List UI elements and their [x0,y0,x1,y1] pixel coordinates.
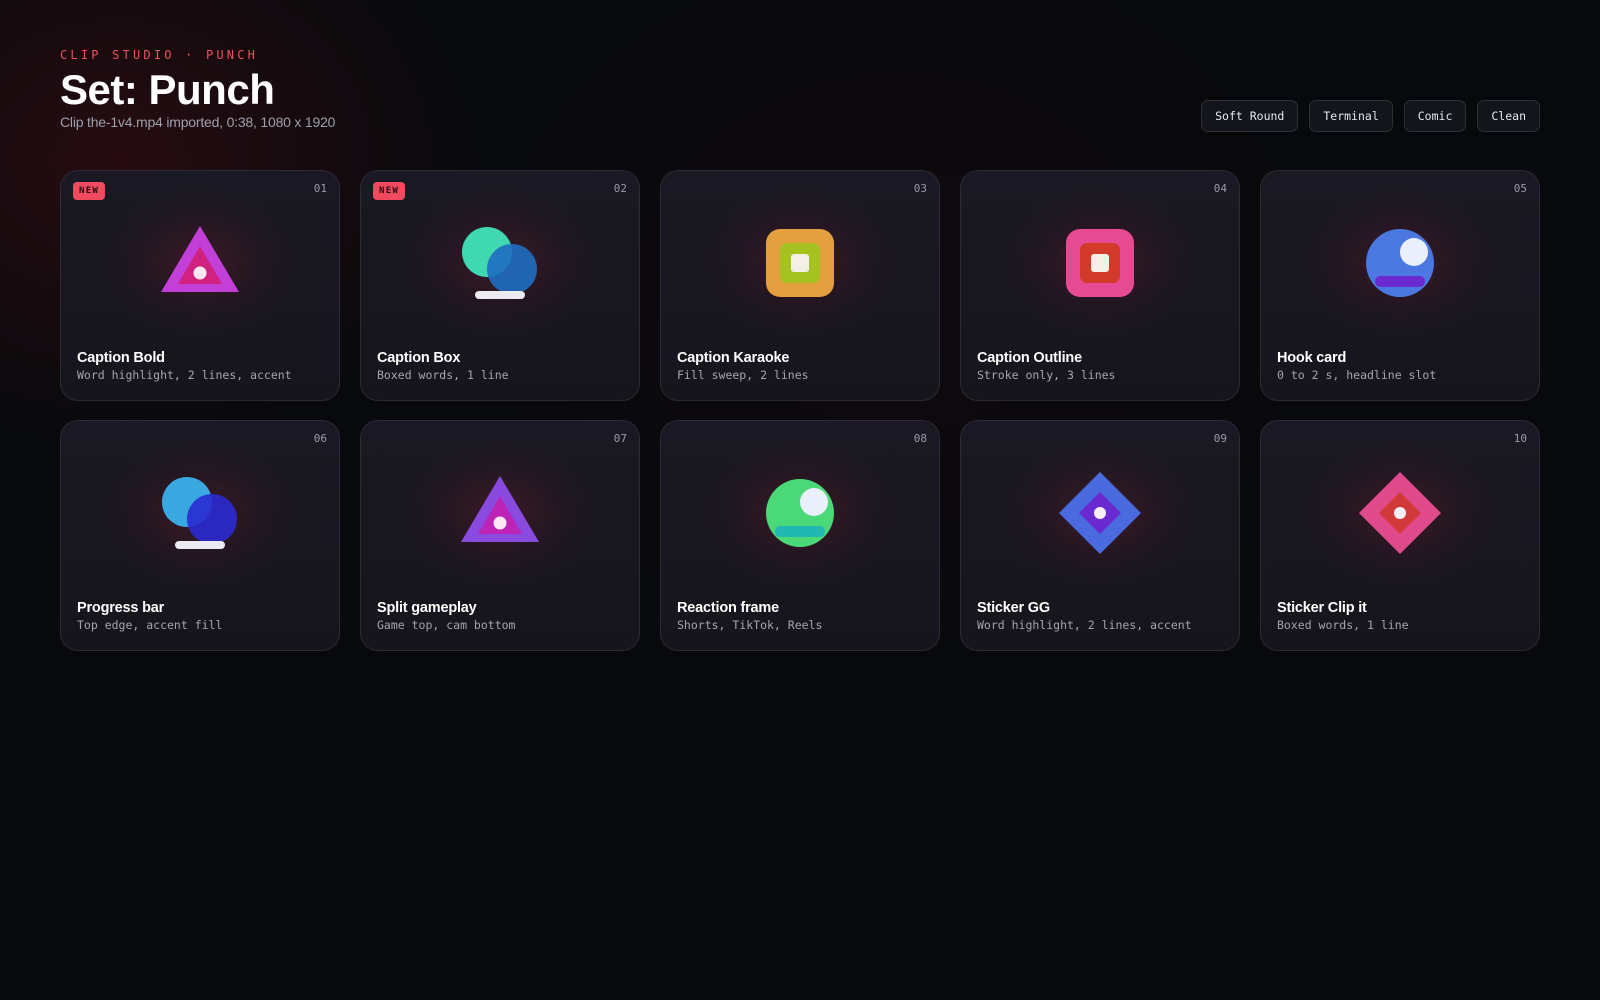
card-number: 01 [313,182,327,195]
page-header: CLIP STUDIO · PUNCH Set: Punch Clip the-… [60,48,1540,138]
chip-soft-round[interactable]: Soft Round [1201,100,1299,132]
card-title: Hook card [1277,350,1347,366]
template-card[interactable]: 09 Sticker GG Word highlight, 2 lines, a… [960,420,1240,651]
diamond-icon [1355,468,1445,558]
new-badge: NEW [73,182,106,200]
rounded-square-icon [755,218,845,308]
style-chip-group: Soft Round Terminal Comic Clean [1201,100,1540,132]
card-description: Top edge, accent fill [77,618,223,632]
card-title: Reaction frame [677,600,779,616]
card-title: Caption Bold [77,350,165,366]
template-card[interactable]: 04 Caption Outline Stroke only, 3 lines [960,170,1240,401]
template-card[interactable]: 08 Reaction frame Shorts, TikTok, Reels [660,420,940,651]
card-number: 02 [613,182,627,195]
template-grid: NEW 01 Caption Bold Word highlight, 2 li… [60,170,1540,651]
avatar-circle-icon [755,468,845,558]
circles-icon [455,218,545,308]
card-number: 03 [913,182,927,195]
chip-terminal[interactable]: Terminal [1309,100,1393,132]
card-number: 05 [1513,182,1527,195]
card-title: Caption Box [377,350,461,366]
triangle-icon [455,468,545,558]
card-number: 09 [1213,432,1227,445]
diamond-icon [1055,468,1145,558]
triangle-icon [155,218,245,308]
card-title: Split gameplay [377,600,477,616]
card-description: Shorts, TikTok, Reels [677,618,823,632]
template-card[interactable]: 05 Hook card 0 to 2 s, headline slot [1260,170,1540,401]
card-title: Sticker GG [977,600,1050,616]
card-number: 08 [913,432,927,445]
card-title: Sticker Clip it [1277,600,1367,616]
template-card[interactable]: 03 Caption Karaoke Fill sweep, 2 lines [660,170,940,401]
eyebrow-label: CLIP STUDIO · PUNCH [60,48,259,62]
circles-icon [155,468,245,558]
card-description: Boxed words, 1 line [1277,618,1409,632]
template-card[interactable]: 07 Split gameplay Game top, cam bottom [360,420,640,651]
card-description: Word highlight, 2 lines, accent [77,368,292,382]
template-card[interactable]: 06 Progress bar Top edge, accent fill [60,420,340,651]
rounded-square-icon [1055,218,1145,308]
card-title: Caption Outline [977,350,1082,366]
template-card[interactable]: 10 Sticker Clip it Boxed words, 1 line [1260,420,1540,651]
card-description: Stroke only, 3 lines [977,368,1116,382]
card-title: Caption Karaoke [677,350,790,366]
template-card[interactable]: NEW 01 Caption Bold Word highlight, 2 li… [60,170,340,401]
new-badge: NEW [373,182,406,200]
card-number: 06 [313,432,327,445]
card-description: Game top, cam bottom [377,618,516,632]
card-number: 07 [613,432,627,445]
card-number: 10 [1513,432,1527,445]
chip-clean[interactable]: Clean [1477,100,1540,132]
template-card[interactable]: NEW 02 Caption Box Boxed words, 1 line [360,170,640,401]
card-number: 04 [1213,182,1227,195]
card-description: Fill sweep, 2 lines [677,368,809,382]
card-description: Word highlight, 2 lines, accent [977,618,1192,632]
card-description: 0 to 2 s, headline slot [1277,368,1437,382]
chip-comic[interactable]: Comic [1403,100,1467,132]
avatar-circle-icon [1355,218,1445,308]
card-title: Progress bar [77,600,165,616]
card-description: Boxed words, 1 line [377,368,509,382]
